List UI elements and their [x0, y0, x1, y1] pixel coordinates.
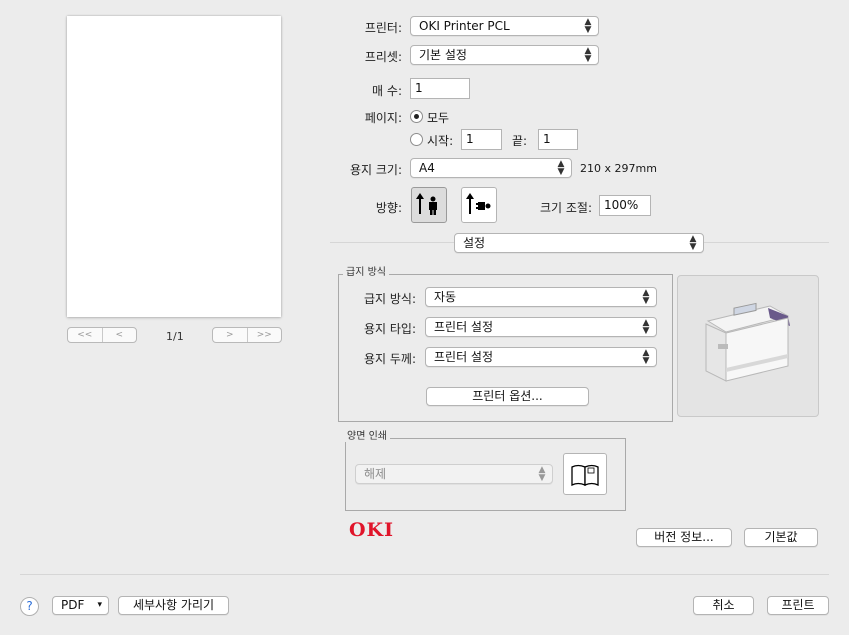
last-page-icon[interactable]: >>	[248, 328, 282, 342]
previous-page-icon[interactable]: <	[103, 328, 137, 342]
next-page-icon[interactable]: >	[213, 328, 248, 342]
chevron-updown-icon: ▲ ▼	[584, 46, 592, 64]
pages-all-radio[interactable]	[410, 110, 423, 123]
media-weight-label: 용지 두께:	[363, 352, 416, 366]
printer-device-icon	[705, 302, 790, 382]
cancel-button[interactable]: 취소	[693, 596, 754, 615]
chevron-updown-icon: ▲ ▼	[538, 465, 546, 483]
feed-source-select[interactable]: 자동 ▲ ▼	[425, 287, 657, 307]
chevron-updown-icon: ▲ ▼	[689, 234, 697, 252]
chevron-updown-icon: ▲ ▼	[584, 17, 592, 35]
printer-label: 프린터:	[364, 21, 402, 35]
section-value: 설정	[463, 236, 486, 250]
open-book-icon	[571, 464, 599, 487]
scale-label: 크기 조절:	[539, 201, 592, 215]
preset-label: 프리셋:	[364, 50, 402, 64]
portrait-orientation-button[interactable]	[411, 187, 447, 223]
oki-logo: OKI	[349, 519, 394, 541]
chevron-updown-icon: ▲ ▼	[557, 159, 565, 177]
section-select[interactable]: 설정 ▲ ▼	[454, 233, 704, 253]
landscape-orientation-button[interactable]	[461, 187, 497, 223]
copies-field[interactable]: 1	[410, 78, 470, 99]
feed-source-value: 자동	[434, 290, 457, 304]
page-counter: 1/1	[166, 330, 184, 343]
hide-details-button[interactable]: 세부사항 가리기	[118, 596, 229, 615]
printer-options-button[interactable]: 프린터 옵션...	[426, 387, 589, 406]
scale-field[interactable]: 100%	[599, 195, 651, 216]
duplex-value: 해제	[364, 467, 387, 481]
chevron-updown-icon: ▲ ▼	[642, 318, 650, 336]
pages-label: 페이지:	[364, 111, 402, 125]
preview-back-nav[interactable]: << <	[67, 327, 137, 343]
first-page-icon[interactable]: <<	[68, 328, 103, 342]
media-type-label: 용지 타입:	[363, 322, 416, 336]
preset-select[interactable]: 기본 설정 ▲ ▼	[410, 45, 599, 65]
feed-source-label: 급지 방식:	[363, 292, 416, 306]
paper-size-value: A4	[419, 161, 435, 175]
media-type-value: 프린터 설정	[434, 320, 494, 334]
help-button[interactable]: ?	[20, 597, 39, 616]
media-weight-select[interactable]: 프린터 설정 ▲ ▼	[425, 347, 657, 367]
orientation-label: 방향:	[375, 201, 402, 215]
printer-value: OKI Printer PCL	[419, 19, 510, 33]
copies-label: 매 수:	[372, 84, 402, 98]
preview-forward-nav[interactable]: > >>	[212, 327, 282, 343]
version-info-button[interactable]: 버전 정보...	[636, 528, 732, 547]
duplex-group-title: 양면 인쇄	[344, 427, 390, 442]
pages-from-field[interactable]: 1	[461, 129, 502, 150]
defaults-button[interactable]: 기본값	[744, 528, 818, 547]
page-preview	[67, 16, 281, 317]
landscape-icon	[466, 193, 491, 214]
preset-value: 기본 설정	[419, 48, 467, 62]
printer-image	[677, 275, 819, 417]
paper-size-label: 용지 크기:	[349, 163, 402, 177]
media-weight-value: 프린터 설정	[434, 350, 494, 364]
chevron-updown-icon: ▲ ▼	[642, 288, 650, 306]
pages-to-field[interactable]: 1	[538, 129, 578, 150]
portrait-icon	[416, 193, 437, 215]
media-type-select[interactable]: 프린터 설정 ▲ ▼	[425, 317, 657, 337]
duplex-binding-button[interactable]	[563, 453, 607, 495]
footer-divider	[20, 574, 829, 575]
printer-select[interactable]: OKI Printer PCL ▲ ▼	[410, 16, 599, 36]
pages-to-label: 끝:	[512, 134, 528, 148]
paper-size-select[interactable]: A4 ▲ ▼	[410, 158, 572, 178]
duplex-select[interactable]: 해제 ▲ ▼	[355, 464, 553, 484]
pdf-menu-button[interactable]: PDF ▾	[52, 596, 109, 615]
pages-range-radio[interactable]	[410, 133, 423, 146]
pages-from-label: 시작:	[427, 134, 454, 148]
pages-all-label: 모두	[427, 111, 450, 125]
pdf-label: PDF	[61, 598, 85, 612]
print-button[interactable]: 프린트	[767, 596, 829, 615]
paper-dimensions: 210 x 297mm	[580, 162, 657, 175]
chevron-down-icon: ▾	[97, 600, 102, 610]
chevron-updown-icon: ▲ ▼	[642, 348, 650, 366]
feed-group-title: 급지 방식	[343, 263, 389, 278]
